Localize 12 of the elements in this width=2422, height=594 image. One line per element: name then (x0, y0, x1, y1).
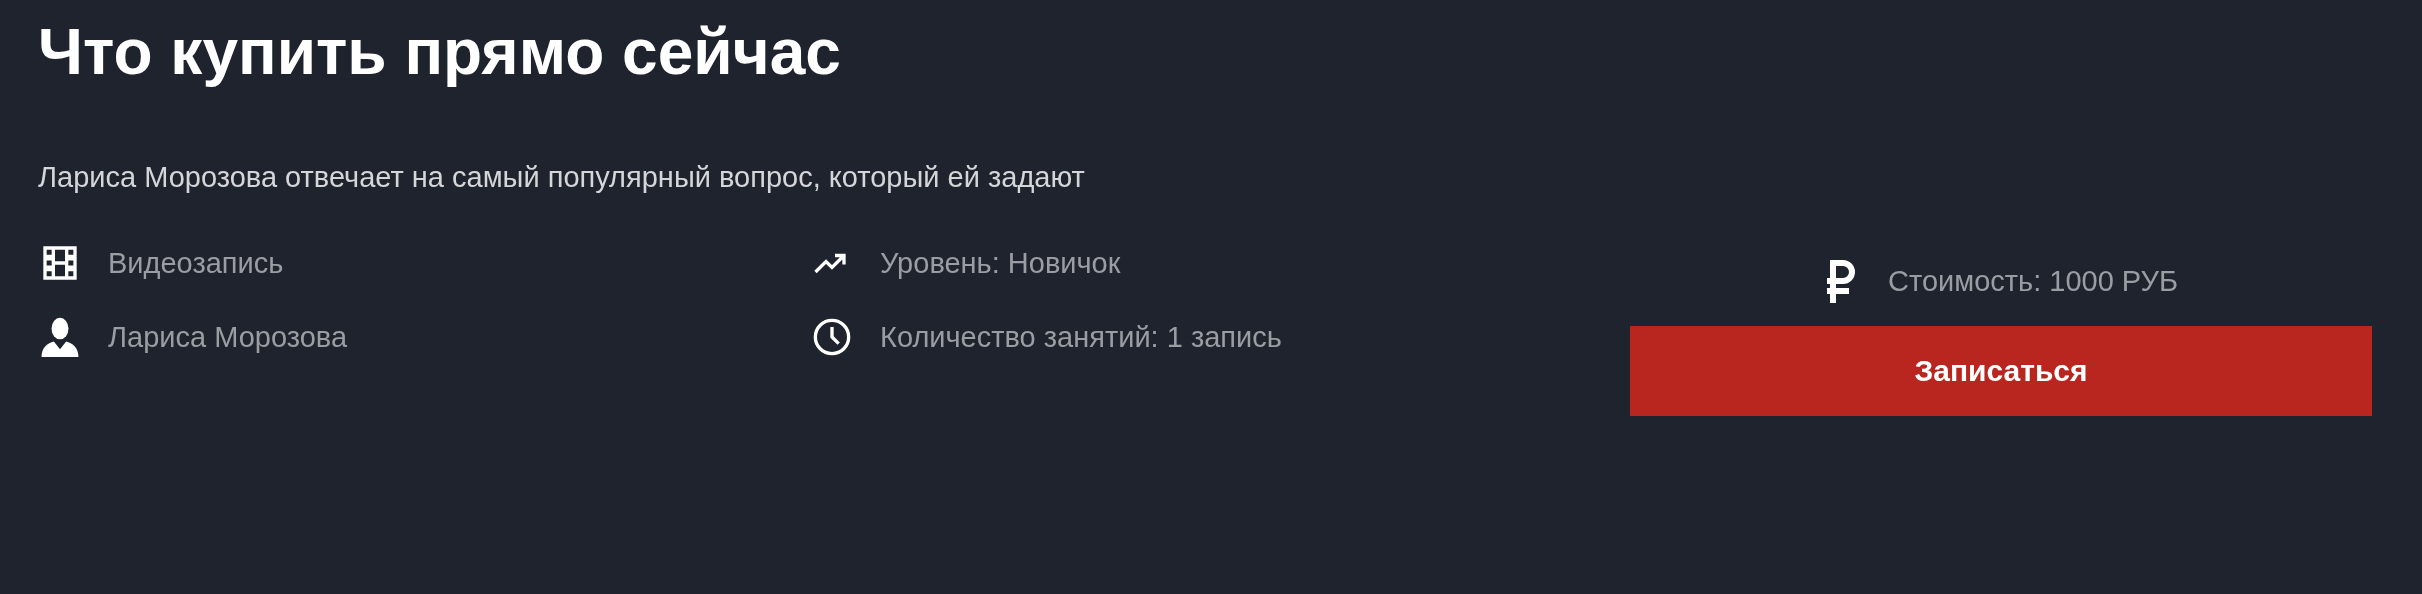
detail-text: Уровень: Новичок (880, 246, 1121, 280)
film-icon (40, 243, 80, 283)
description: Лариса Морозова отвечает на самый популярный вопрос, который ей задают (38, 160, 1086, 195)
enroll-button[interactable]: Записаться (1630, 326, 2372, 416)
detail-text: Лариса Морозова (108, 320, 348, 354)
ruble-icon (1824, 259, 1858, 303)
price-text: Стоимость: 1000 РУБ (1888, 264, 2178, 298)
page-title: Что купить прямо сейчас (38, 15, 841, 90)
clock-icon (812, 317, 852, 357)
detail-text: Видеозапись (108, 246, 284, 280)
person-icon (41, 317, 79, 357)
detail-text: Количество занятий: 1 запись (880, 320, 1282, 354)
